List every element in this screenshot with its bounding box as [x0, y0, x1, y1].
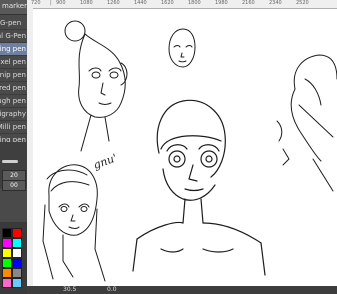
zoom-level[interactable]: 30.5 [63, 286, 76, 294]
ruler-tick: 1440 [134, 0, 147, 6]
sketch-girl [42, 164, 106, 282]
rotation-angle[interactable]: 0.0 [107, 286, 117, 294]
brush-item-pixel-pen[interactable]: ixel pen [0, 56, 27, 69]
brush-item-real-g-pen[interactable]: al G-Pen [0, 30, 27, 43]
color-swatch[interactable] [12, 258, 22, 268]
ruler-tick: | [50, 0, 52, 6]
color-swatch[interactable] [12, 228, 22, 238]
brush-item-rough-pen[interactable]: ough pen [0, 95, 27, 108]
ruler-tick: 720 [31, 0, 41, 6]
ruler-tick: 2340 [269, 0, 282, 6]
ruler-tick: 1980 [215, 0, 228, 6]
sketch-signature: gnu' [92, 151, 119, 172]
ruler-tick: 1080 [80, 0, 93, 6]
tool-panel: marker <3 G-pen al G-Pen ping pen ixel p… [0, 0, 27, 294]
status-bar: 30.5 0.0 [27, 286, 337, 294]
color-swatch[interactable] [2, 268, 12, 278]
brush-item-g-pen[interactable]: G-pen [0, 17, 27, 30]
canvas-area: 720 | 900 1080 1260 1440 1620 1800 1980 … [27, 0, 337, 294]
brush-item-milli-pen[interactable]: Milli pen [0, 121, 27, 134]
sketch-head-bun [64, 20, 128, 152]
brush-preview [2, 160, 18, 163]
ruler-tick: 1620 [161, 0, 174, 6]
ruler-tick: 1800 [188, 0, 201, 6]
panel-header[interactable]: marker <3 [0, 0, 27, 15]
color-swatch[interactable] [12, 238, 22, 248]
brush-list: G-pen al G-Pen ping pen ixel pen rnip pe… [0, 17, 27, 147]
opacity-stepper[interactable]: 00 [2, 180, 26, 191]
sketch-central-bust [132, 99, 266, 276]
color-swatch[interactable] [12, 268, 22, 278]
ruler-tick: 900 [56, 0, 66, 6]
color-swatch[interactable] [2, 248, 12, 258]
color-swatch[interactable] [2, 278, 12, 288]
color-swatch[interactable] [12, 278, 22, 288]
ruler-tick: 2160 [242, 0, 255, 6]
sketch-profile [276, 54, 337, 192]
panel-title: marker <3 [2, 2, 27, 10]
horizontal-ruler: 720 | 900 1080 1260 1440 1620 1800 1980 … [27, 0, 337, 9]
color-swatch[interactable] [2, 258, 12, 268]
ruler-tick: 1260 [107, 0, 120, 6]
brush-size-panel: 20 00 [0, 142, 27, 191]
ruler-tick: 2520 [296, 0, 309, 6]
brush-item-textured-pen[interactable]: ured pen [0, 82, 27, 95]
drawing-canvas[interactable]: gnu' [33, 9, 337, 286]
brush-item-calligraphy[interactable]: lligraphy [0, 108, 27, 121]
color-swatch[interactable] [2, 238, 12, 248]
brush-item-mapping-pen[interactable]: ping pen [0, 43, 27, 56]
sketch-layer: gnu' [42, 20, 337, 282]
sketch-small-head [168, 28, 196, 68]
color-swatch[interactable] [2, 228, 12, 238]
color-swatch[interactable] [12, 248, 22, 258]
color-palette [0, 222, 27, 294]
brush-item-turnip-pen[interactable]: rnip pen [0, 69, 27, 82]
